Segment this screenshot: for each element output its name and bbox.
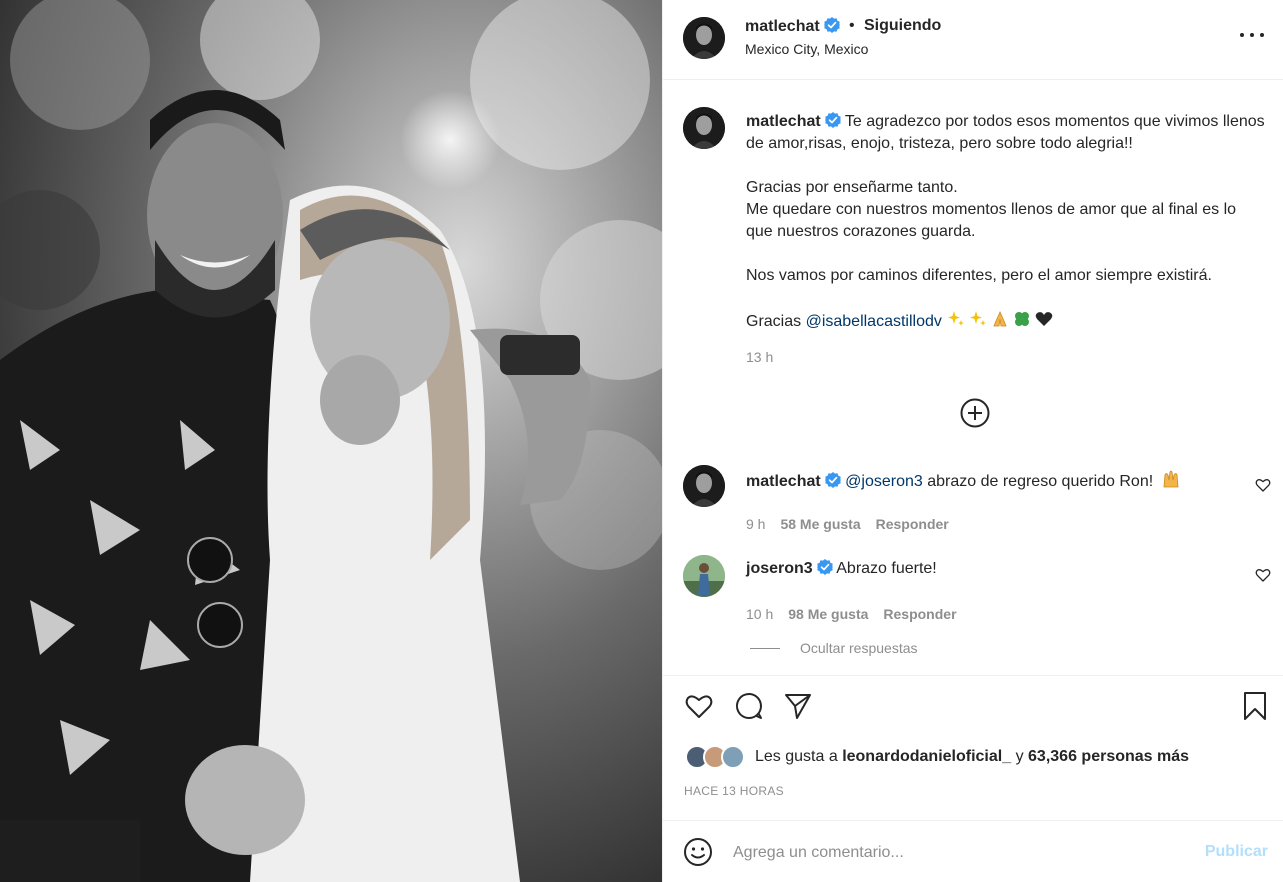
hide-replies-button[interactable]: Ocultar respuestas [750, 640, 918, 656]
separator-dot: • [849, 17, 855, 34]
verified-badge-icon [816, 559, 833, 575]
comment-username[interactable]: matlechat [746, 473, 821, 490]
comment-text: joseron3 Abrazo fuerte! [746, 558, 937, 580]
caption-paragraph-3: Me quedare con nuestros momentos llenos … [746, 201, 1237, 240]
hide-replies-line [750, 647, 780, 649]
post-detail-panel: matlechat • Siguiendo Mexico City, Mexic… [662, 0, 1283, 882]
comment-bubble-icon[interactable] [734, 691, 764, 721]
verified-badge-icon [824, 112, 841, 128]
comment-input[interactable] [733, 841, 1173, 865]
caption-avatar[interactable] [683, 107, 725, 149]
verified-badge-icon [824, 472, 841, 488]
comment-meta: 9 h 58 Me gusta Responder [746, 516, 949, 532]
comment-avatar[interactable] [683, 555, 725, 597]
reply-button[interactable]: Responder [876, 516, 949, 532]
post-actions: Les gusta a leonardodanieloficial_ y 63,… [663, 675, 1283, 820]
caption-mention[interactable]: @isabellacastillodv [806, 313, 942, 330]
like-heart-icon[interactable] [684, 691, 714, 721]
caption-paragraph-4: Nos vamos por caminos diferentes, pero e… [746, 267, 1212, 284]
save-bookmark-icon[interactable] [1240, 691, 1270, 721]
avatar[interactable] [683, 17, 725, 59]
comment-meta: 10 h 98 Me gusta Responder [746, 606, 957, 622]
comment-username[interactable]: joseron3 [746, 560, 813, 577]
liker-avatars[interactable] [685, 745, 745, 769]
comment-time[interactable]: 10 h [746, 606, 773, 622]
comments-area: matlechat Te agradezco por todos esos mo… [663, 80, 1283, 675]
author-username[interactable]: matlechat [745, 17, 840, 36]
likes-summary: Les gusta a leonardodanieloficial_ y 63,… [685, 745, 1189, 769]
location-link[interactable]: Mexico City, Mexico [745, 41, 868, 57]
hide-replies-label[interactable]: Ocultar respuestas [800, 640, 918, 656]
add-comment-bar: Publicar [663, 820, 1283, 882]
likes-user[interactable]: leonardodanieloficial_ [842, 748, 1011, 766]
black-heart-icon [1035, 312, 1053, 326]
caption-username[interactable]: matlechat [746, 113, 821, 130]
sparkles-icon [947, 311, 964, 326]
author-username-text[interactable]: matlechat [745, 18, 820, 35]
following-button[interactable]: Siguiendo [864, 17, 941, 35]
share-paper-plane-icon[interactable] [783, 691, 813, 721]
likes-middle: y [1015, 748, 1024, 765]
comment-mention[interactable]: @joseron3 [845, 473, 923, 490]
likes-prefix: Les gusta a [755, 748, 838, 765]
post-photo[interactable] [0, 0, 662, 882]
publish-button[interactable]: Publicar [1205, 843, 1268, 861]
comment-likes[interactable]: 58 Me gusta [780, 516, 860, 532]
caption-thanks-line: Gracias @isabellacastillodv [746, 309, 1266, 333]
post-time[interactable]: HACE 13 HORAS [684, 784, 784, 798]
reply-button[interactable]: Responder [883, 606, 956, 622]
verified-badge-icon [823, 17, 840, 33]
likes-count[interactable]: 63,366 personas más [1028, 748, 1189, 766]
more-options-icon[interactable] [1240, 30, 1264, 40]
caption-thanks: Gracias [746, 313, 802, 330]
caption-emojis [946, 309, 1054, 329]
folded-hands-icon [993, 311, 1007, 327]
comment-text: matlechat @joseron3 abrazo de regreso qu… [746, 469, 1181, 493]
post-header: matlechat • Siguiendo Mexico City, Mexic… [663, 0, 1283, 80]
raising-hands-icon [1163, 470, 1179, 488]
load-more-comments-icon[interactable] [960, 398, 990, 428]
caption-paragraph-2: Gracias por enseñarme tanto. [746, 179, 958, 196]
comment-like-heart-icon[interactable] [1255, 567, 1271, 583]
liker-avatar [721, 745, 745, 769]
comment-avatar[interactable] [683, 465, 725, 507]
caption-text: matlechat Te agradezco por todos esos mo… [746, 111, 1266, 333]
comment-time[interactable]: 9 h [746, 516, 765, 532]
comment-body: abrazo de regreso querido Ron! [927, 473, 1154, 490]
comment-likes[interactable]: 98 Me gusta [788, 606, 868, 622]
sparkles-icon [969, 311, 986, 326]
emoji-smiley-icon[interactable] [683, 837, 713, 867]
four-leaf-clover-icon [1014, 312, 1029, 326]
comment-body: Abrazo fuerte! [836, 560, 937, 577]
comment-like-heart-icon[interactable] [1255, 477, 1271, 493]
caption-time[interactable]: 13 h [746, 349, 773, 365]
